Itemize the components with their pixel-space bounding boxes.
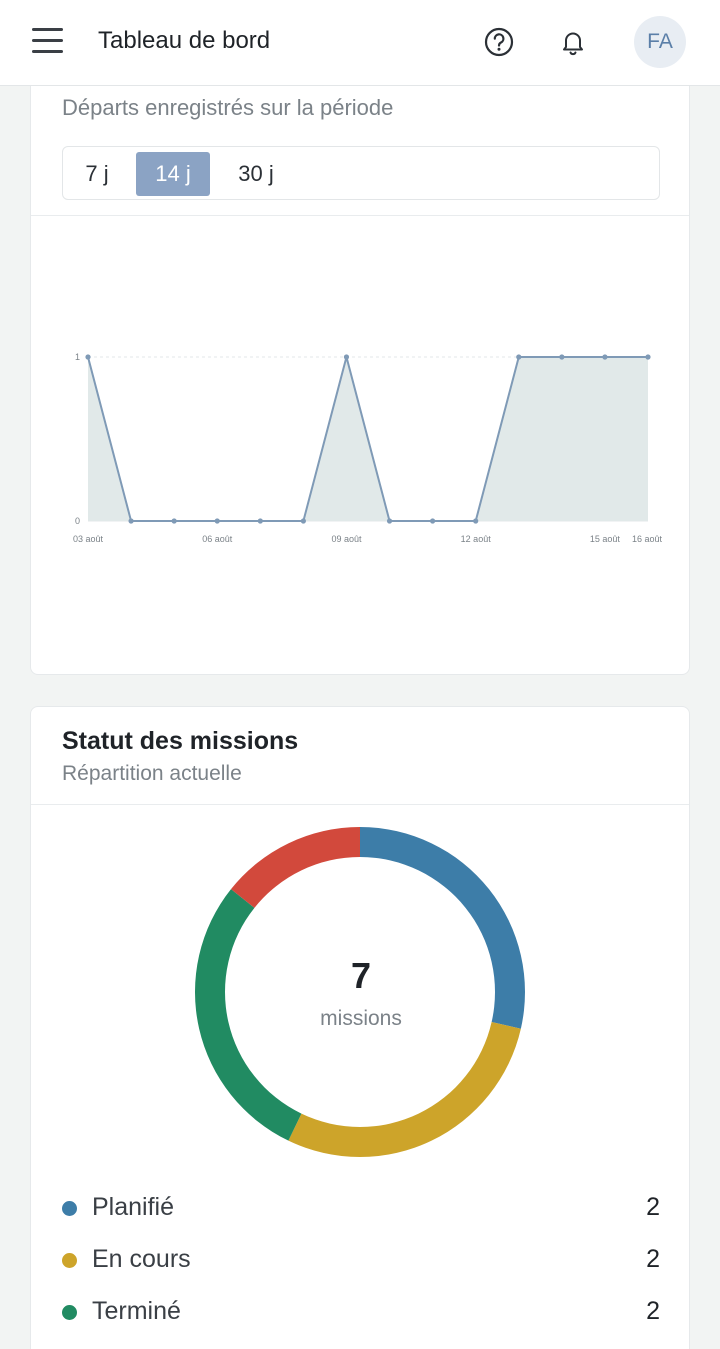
data-point [257,518,263,524]
legend-item-en-cours: En cours 2 [62,1243,660,1277]
x-tick-label: 16 août [632,534,663,544]
departures-card: Départs enregistrés sur la période 7 j 1… [30,40,690,675]
legend-item-termine: Terminé 2 [62,1295,660,1329]
legend-item-planifie: Planifié 2 [62,1191,660,1225]
help-icon[interactable] [483,26,515,58]
notifications-bell-icon[interactable] [557,26,589,58]
range-button-30d[interactable]: 30 j [223,152,289,196]
legend-dot [62,1201,77,1216]
x-tick-label: 03 août [73,534,104,544]
range-selector: 7 j 14 j 30 j [62,146,660,200]
legend-dot [62,1305,77,1320]
y-tick-label: 1 [75,352,80,362]
range-button-14d[interactable]: 14 j [136,152,210,196]
data-point [559,354,565,360]
legend-dot [62,1253,77,1268]
x-tick-label: 12 août [461,534,492,544]
donut-slice [231,827,360,908]
top-app-bar: Tableau de bord FA [0,0,720,86]
legend-label: Planifié [92,1193,174,1221]
data-point [300,518,306,524]
x-tick-label: 06 août [202,534,233,544]
legend-count: 2 [646,1193,660,1221]
data-point [386,518,393,524]
legend-count: 2 [646,1245,660,1273]
mission-status-subtitle: Répartition actuelle [62,762,242,785]
data-point [430,518,436,524]
mission-status-card: Statut des missions Répartition actuelle… [30,706,690,1349]
legend-count: 2 [646,1297,660,1325]
range-button-7d[interactable]: 7 j [77,152,117,196]
x-tick-label: 09 août [331,534,362,544]
donut-slice [360,827,525,1029]
data-point [214,518,220,524]
departures-subtitle: Départs enregistrés sur la période [62,95,394,120]
mission-status-title: Statut des missions [62,727,299,755]
donut-slice [288,1022,521,1157]
data-point [343,354,350,360]
data-point [85,354,91,360]
data-point [602,354,608,360]
donut-total-label: missions [320,1007,402,1030]
legend-label: Terminé [92,1297,181,1325]
legend-label: En cours [92,1245,191,1273]
donut-total: 7 [350,955,372,996]
y-tick-label: 0 [75,516,80,526]
departures-area-chart: 0 1 03 août 06 août 09 août 12 août 15 août 16 … [73,352,663,544]
data-point [645,354,651,360]
card-divider [31,804,689,805]
data-point [516,354,522,360]
data-point [473,518,479,524]
menu-icon[interactable] [32,26,64,56]
data-point [171,518,177,524]
data-point [128,518,134,524]
user-avatar[interactable]: FA [634,16,686,68]
x-tick-label: 15 août [590,534,621,544]
page-title: Tableau de bord [98,27,271,54]
